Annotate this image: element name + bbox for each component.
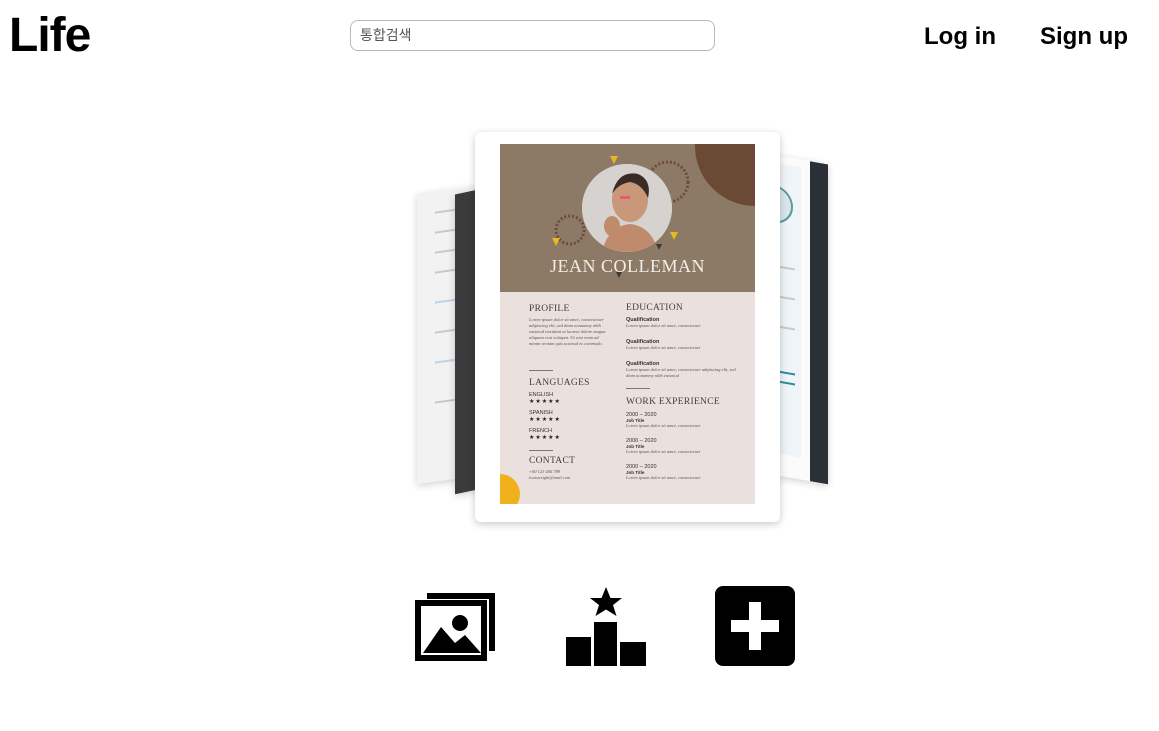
education-heading: EDUCATION: [626, 303, 684, 313]
resume-photo: [582, 164, 672, 252]
language-rating: ★★★★★: [529, 435, 561, 441]
contact-email: louiswright@mail.com: [529, 475, 571, 480]
search-input[interactable]: [350, 20, 715, 51]
education-text: Lorem ipsum dolor sit amet, consectetuer: [626, 345, 701, 350]
signup-link[interactable]: Sign up: [1040, 22, 1128, 52]
featured-resume-card[interactable]: JEAN COLLEMAN PROFILE Lorem ipsum dolor …: [475, 132, 780, 522]
work-text: Lorem ipsum dolor sit amet, consectetuer: [626, 475, 701, 480]
resume-template: JEAN COLLEMAN PROFILE Lorem ipsum dolor …: [500, 144, 755, 504]
work-heading: WORK EXPERIENCE: [626, 397, 720, 407]
gallery-icon[interactable]: [415, 585, 497, 667]
profile-heading: PROFILE: [529, 304, 570, 314]
language-rating: ★★★★★: [529, 417, 561, 423]
contact-heading: CONTACT: [529, 456, 576, 466]
resume-body: PROFILE Lorem ipsum dolor sit amet, cons…: [500, 292, 755, 504]
resume-header: JEAN COLLEMAN: [500, 144, 755, 292]
resume-carousel[interactable]: JEAN COLLEMAN PROFILE Lorem ipsum dolor …: [415, 118, 835, 538]
language-rating: ★★★★★: [529, 399, 561, 405]
education-text: Lorem ipsum dolor sit amet, consectetuer…: [626, 367, 736, 378]
login-link[interactable]: Log in: [924, 22, 996, 52]
ranking-podium-icon[interactable]: [565, 585, 647, 667]
work-text: Lorem ipsum dolor sit amet, consectetuer: [626, 423, 701, 428]
work-text: Lorem ipsum dolor sit amet, consectetuer: [626, 449, 701, 454]
education-text: Lorem ipsum dolor sit amet, consectetuer: [626, 323, 701, 328]
profile-text: Lorem ipsum dolor sit amet, consectetuer…: [529, 317, 606, 346]
site-logo[interactable]: Life: [9, 8, 91, 64]
languages-heading: LANGUAGES: [529, 378, 590, 388]
add-square-icon[interactable]: [714, 585, 796, 667]
resume-name: JEAN COLLEMAN: [550, 256, 705, 276]
